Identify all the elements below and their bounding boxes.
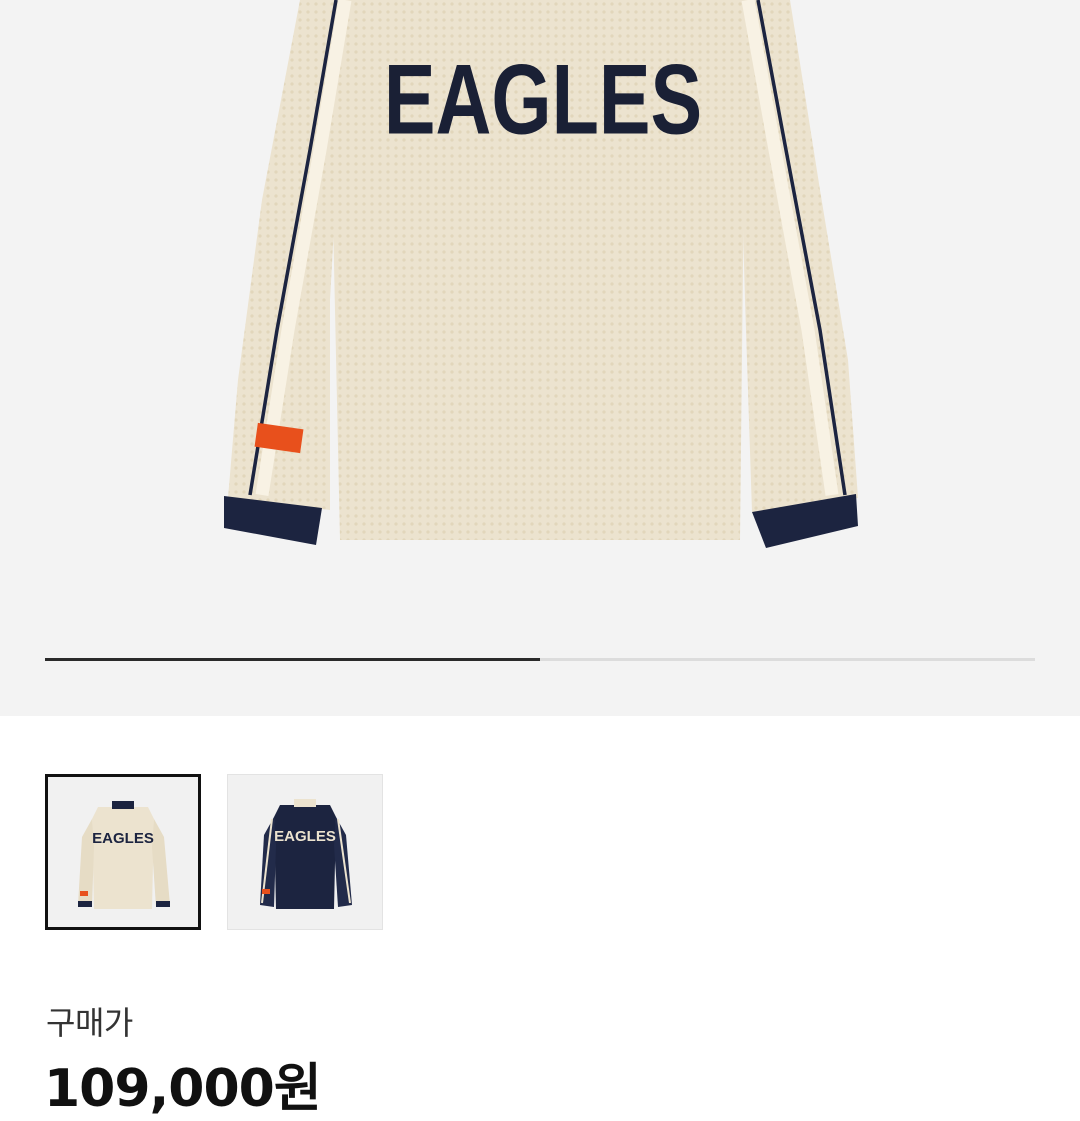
- thumbnail-cream[interactable]: EAGLES: [45, 774, 201, 930]
- price-label: 구매가: [46, 1004, 133, 1042]
- gallery-progress-bar: [45, 658, 1035, 661]
- thumbnail-navy[interactable]: EAGLES: [227, 774, 383, 930]
- thumbnail-cream-image: EAGLES: [78, 801, 170, 909]
- gallery-progress-fill: [45, 658, 540, 661]
- product-image-gallery[interactable]: EAGLES: [0, 0, 1080, 716]
- product-main-image: EAGLES: [224, 0, 858, 548]
- thumbnail-navy-wordmark: EAGLES: [274, 828, 336, 845]
- jersey-wordmark: EAGLES: [384, 44, 702, 154]
- thumbnail-navy-image: EAGLES: [260, 799, 352, 909]
- price-value: 109,000원: [44, 1059, 322, 1119]
- thumbnail-cream-wordmark: EAGLES: [92, 830, 154, 847]
